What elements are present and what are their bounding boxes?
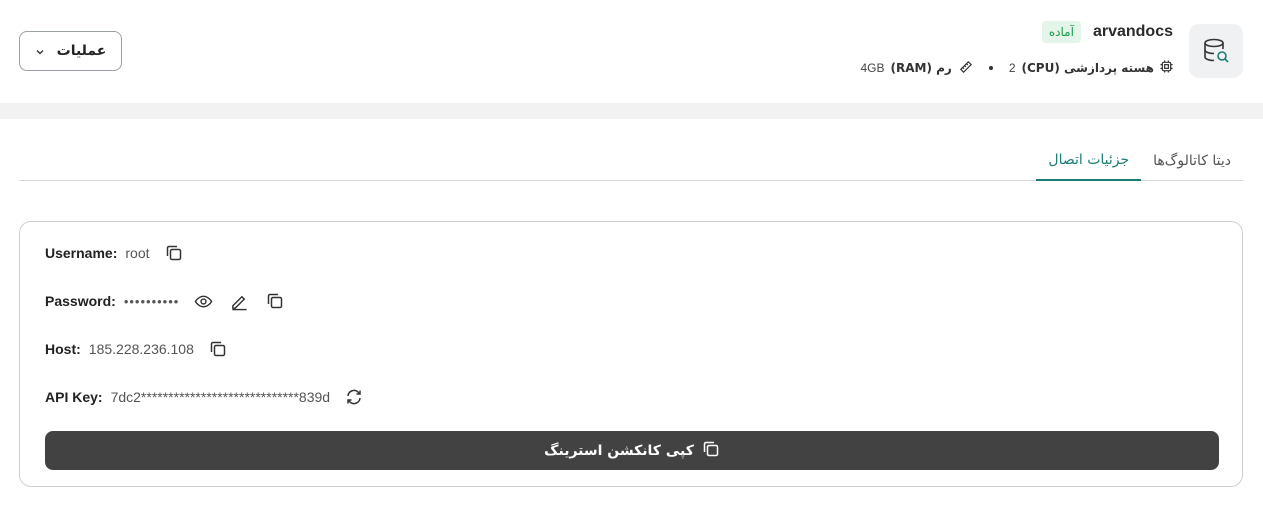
- copy-host-icon[interactable]: [206, 337, 230, 361]
- copy-icon: [702, 440, 720, 462]
- tab-connection-details[interactable]: جزئیات اتصال: [1036, 140, 1142, 181]
- separator-dot: [988, 66, 993, 70]
- copy-password-icon[interactable]: [263, 289, 287, 313]
- actions-label: عملیات: [56, 43, 107, 59]
- service-name: arvandocs: [1092, 23, 1173, 40]
- tab-bar: دیتا کاتالوگ‌ها جزئیات اتصال: [19, 140, 1243, 181]
- copy-username-icon[interactable]: [162, 241, 186, 265]
- cpu-value: 2: [1008, 61, 1016, 75]
- username-value: root: [125, 245, 150, 261]
- copy-connection-string-button[interactable]: کپی کانکشن استرینگ: [45, 431, 1219, 470]
- apikey-label: API Key:: [45, 389, 103, 405]
- apikey-value: 7dc2*****************************839d: [110, 389, 331, 405]
- ram-label: رم (RAM): [890, 61, 952, 75]
- host-value: 185.228.236.108: [88, 341, 194, 357]
- page-header: آماده arvandocs هسته پردازشی (CPU) 2 رم …: [0, 0, 1263, 103]
- password-label: Password:: [45, 293, 116, 309]
- apikey-row: API Key: 7dc2***************************…: [45, 385, 366, 409]
- username-row: Username: root: [45, 241, 186, 265]
- service-specs: هسته پردازشی (CPU) 2 رم (RAM) 4GB: [860, 58, 1173, 78]
- actions-dropdown-button[interactable]: عملیات: [19, 31, 122, 71]
- chevron-down-icon: [35, 42, 45, 61]
- header-divider-band: [0, 103, 1263, 119]
- cpu-icon: [1160, 60, 1173, 76]
- edit-password-pencil-icon[interactable]: [227, 289, 251, 313]
- regenerate-apikey-refresh-icon[interactable]: [342, 385, 366, 409]
- password-value: ••••••••••: [123, 293, 180, 309]
- host-row: Host: 185.228.236.108: [45, 337, 230, 361]
- password-row: Password: ••••••••••: [45, 289, 287, 313]
- cpu-label: هسته پردازشی (CPU): [1021, 61, 1154, 75]
- tab-data-catalogs[interactable]: دیتا کاتالوگ‌ها: [1141, 140, 1243, 181]
- status-badge: آماده: [1041, 21, 1081, 43]
- show-password-eye-icon[interactable]: [191, 289, 215, 313]
- host-label: Host:: [45, 341, 81, 357]
- copy-connection-string-label: کپی کانکشن استرینگ: [544, 442, 694, 459]
- username-label: Username:: [45, 245, 118, 261]
- connection-details-card: Username: root Password: •••••••••• Host…: [19, 221, 1243, 487]
- database-search-icon: [1189, 24, 1243, 78]
- ram-value: 4GB: [860, 61, 885, 75]
- ram-icon: [958, 59, 973, 77]
